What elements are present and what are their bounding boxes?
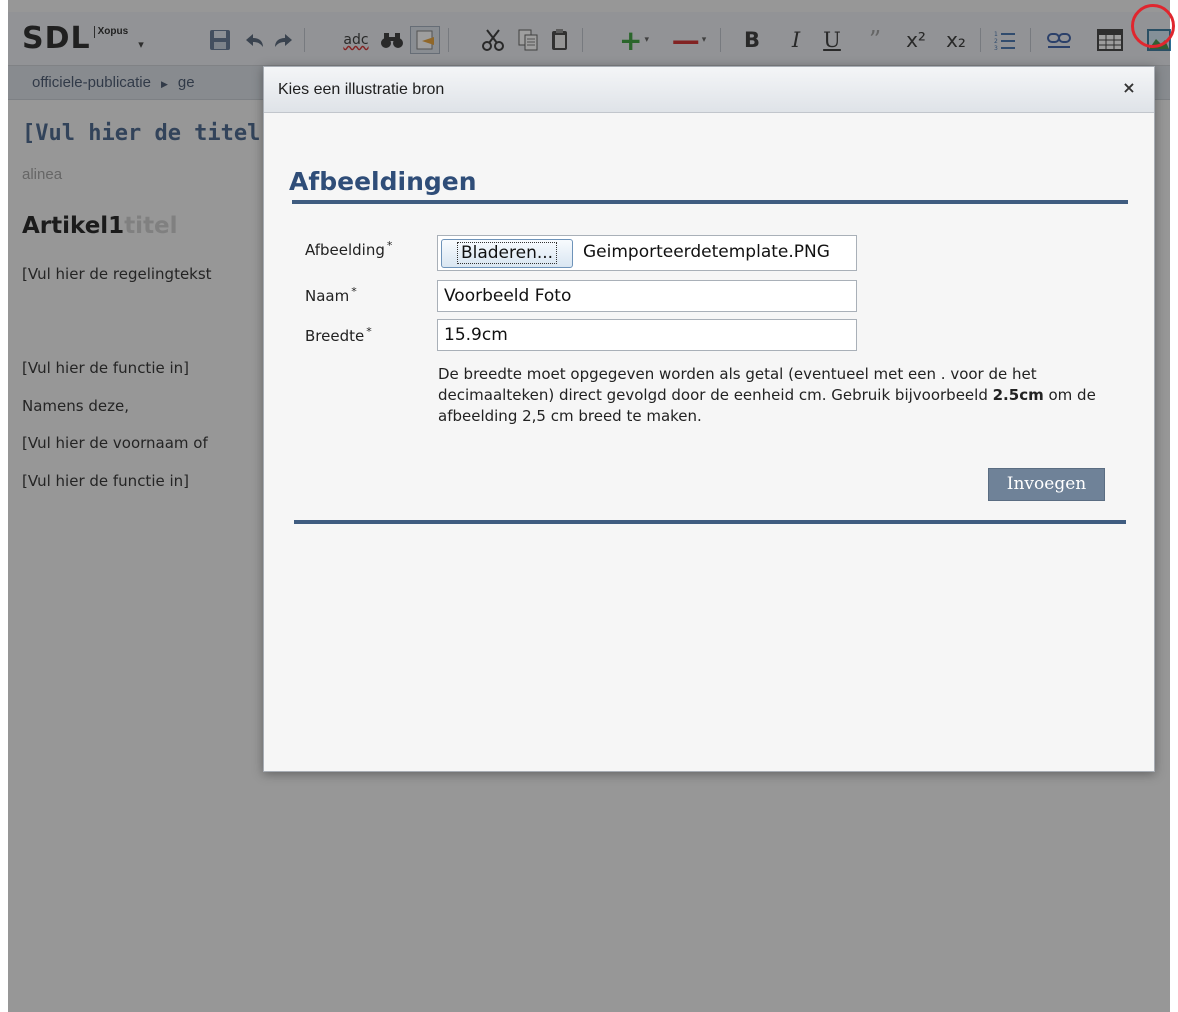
dialog-header: Kies een illustratie bron × xyxy=(264,67,1154,113)
browse-button-label: Bladeren... xyxy=(456,242,558,264)
image-label-text: Afbeelding xyxy=(305,241,385,259)
required-marker: * xyxy=(351,285,357,298)
name-field-label: Naam * xyxy=(305,285,357,305)
required-marker: * xyxy=(386,239,393,252)
section-divider xyxy=(292,200,1128,204)
section-heading: Afbeeldingen xyxy=(289,167,477,196)
width-input[interactable]: 15.9cm xyxy=(437,319,857,351)
browse-button[interactable]: Bladeren... xyxy=(441,239,573,268)
required-marker: * xyxy=(366,325,372,338)
highlight-circle xyxy=(1131,4,1175,48)
file-upload-field[interactable]: Bladeren... Geimporteerdetemplate.PNG xyxy=(437,235,857,271)
section-divider xyxy=(294,520,1126,524)
help-text-part: De breedte moet opgegeven worden als get… xyxy=(438,365,1037,404)
width-help-text: De breedte moet opgegeven worden als get… xyxy=(438,364,1098,427)
selected-file-name: Geimporteerdetemplate.PNG xyxy=(583,242,830,262)
width-field-label: Breedte * xyxy=(305,325,372,345)
dialog-title: Kies een illustratie bron xyxy=(278,81,445,98)
name-label-text: Naam xyxy=(305,287,350,305)
insert-button[interactable]: Invoegen xyxy=(988,468,1105,501)
image-field-label: Afbeelding * xyxy=(305,239,392,259)
help-text-example: 2.5cm xyxy=(992,386,1044,404)
image-source-dialog: Kies een illustratie bron × Afbeeldingen… xyxy=(263,66,1155,772)
name-input[interactable]: Voorbeeld Foto xyxy=(437,280,857,312)
close-icon[interactable]: × xyxy=(1120,79,1138,97)
width-label-text: Breedte xyxy=(305,327,365,345)
